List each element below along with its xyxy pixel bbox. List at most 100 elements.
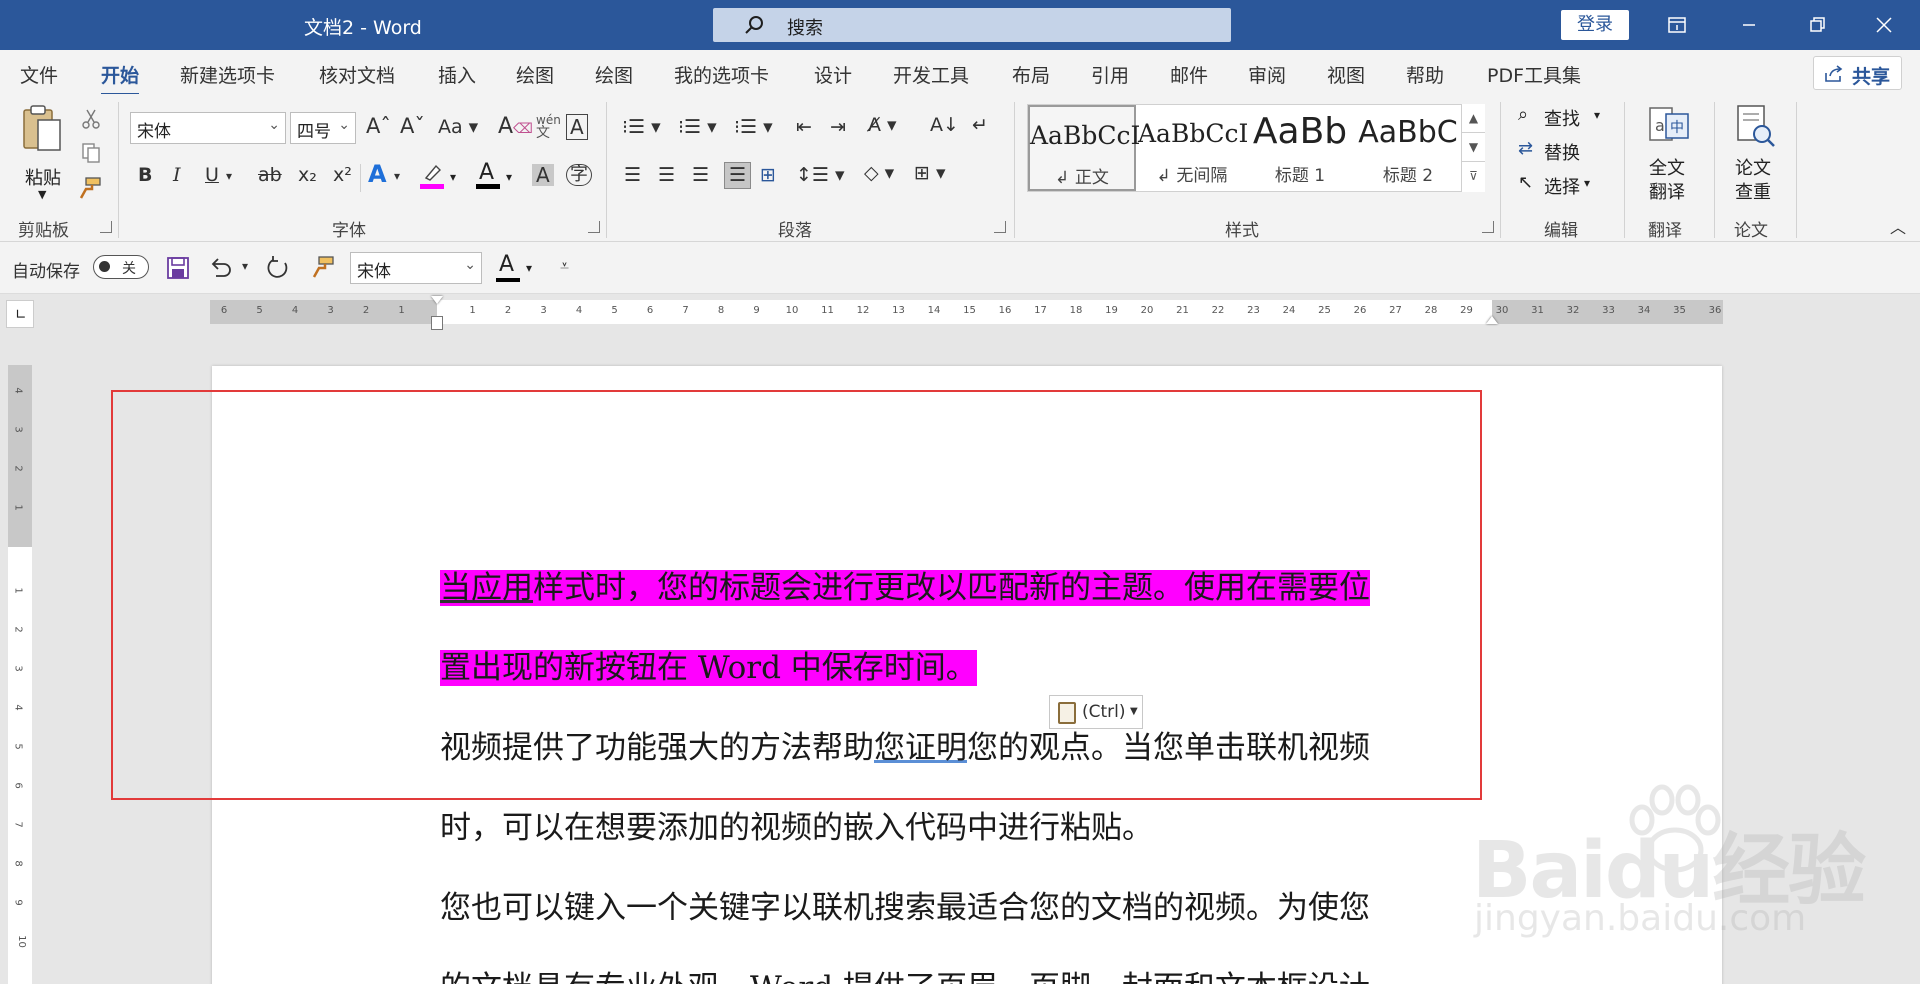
tab-draw[interactable]: 绘图: [516, 61, 554, 88]
restore-button[interactable]: [1781, 0, 1853, 50]
chevron-down-icon[interactable]: ▾: [242, 260, 248, 272]
undo-icon[interactable]: [208, 256, 234, 280]
align-right-icon[interactable]: ☰: [692, 166, 709, 185]
copy-icon[interactable]: [80, 142, 102, 164]
tab-insert[interactable]: 插入: [438, 61, 476, 88]
font-color-button[interactable]: A ▾: [476, 160, 516, 192]
chevron-down-icon[interactable]: ▾: [226, 170, 232, 182]
first-line-indent-marker[interactable]: [431, 296, 443, 304]
font-launcher-icon[interactable]: [588, 221, 600, 233]
minimize-button[interactable]: [1713, 0, 1785, 50]
right-indent-marker[interactable]: [1486, 316, 1498, 324]
scroll-down-icon[interactable]: ▼: [1462, 133, 1485, 162]
tab-view[interactable]: 视图: [1327, 61, 1365, 88]
tab-developer[interactable]: 开发工具: [893, 61, 969, 88]
tab-new-tab[interactable]: 新建选项卡: [180, 61, 275, 88]
shrink-font-icon[interactable]: Aˇ: [400, 116, 425, 137]
vertical-ruler[interactable]: 4 3 2 1 1 2 3 4 5 6 7 8 9 10: [8, 365, 32, 984]
subscript-button[interactable]: x₂: [298, 166, 317, 185]
italic-button[interactable]: I: [173, 166, 181, 185]
replace-button[interactable]: ⇄ 替换: [1518, 138, 1608, 164]
show-marks-icon[interactable]: ↵: [972, 116, 988, 135]
chinese-layout-icon[interactable]: A̸ ▾: [868, 116, 897, 135]
styles-launcher-icon[interactable]: [1482, 221, 1494, 233]
tab-references[interactable]: 引用: [1091, 61, 1129, 88]
shading-icon[interactable]: ◇ ▾: [864, 164, 894, 183]
paragraph-1-line-2[interactable]: 置出现的新按钮在 Word 中保存时间。: [440, 642, 977, 687]
qat-font-combo[interactable]: 宋体 ⌄: [350, 252, 482, 284]
customize-qat-icon[interactable]: ⩡: [560, 258, 569, 274]
decrease-indent-icon[interactable]: ⇤: [796, 118, 812, 137]
tab-my-tab[interactable]: 我的选项卡: [674, 61, 769, 88]
grow-font-icon[interactable]: Aˆ: [366, 116, 391, 137]
highlight-color-button[interactable]: ▾: [420, 162, 460, 192]
superscript-button[interactable]: x²: [333, 166, 352, 185]
paragraph-2-line-2[interactable]: 时，可以在想要添加的视频的嵌入代码中进行粘贴。: [440, 802, 1153, 847]
chevron-down-icon[interactable]: ▾: [394, 170, 400, 182]
style-heading-1[interactable]: AaBb 标题 1: [1246, 105, 1354, 191]
increase-indent-icon[interactable]: ⇥: [830, 118, 846, 137]
cut-icon[interactable]: [80, 108, 102, 130]
text-effects-icon[interactable]: A: [368, 162, 387, 186]
tab-layout[interactable]: 布局: [1012, 61, 1050, 88]
style-normal[interactable]: AaBbCcI ↲ 正文: [1028, 105, 1140, 191]
align-center-icon[interactable]: ☰: [658, 166, 675, 185]
bullets-icon[interactable]: ⁝☰ ▾: [622, 118, 661, 137]
char-shading-icon[interactable]: A: [532, 164, 554, 186]
style-heading-2[interactable]: AaBbC 标题 2: [1354, 105, 1462, 191]
share-button[interactable]: 共享: [1813, 56, 1902, 90]
justify-icon[interactable]: ☰: [724, 162, 752, 189]
tab-help[interactable]: 帮助: [1406, 61, 1444, 88]
font-size-combo[interactable]: 四号 ⌄: [290, 112, 356, 144]
clear-format-icon[interactable]: A⌫: [498, 116, 533, 138]
tab-home[interactable]: 开始: [101, 61, 140, 96]
enclose-char-icon[interactable]: 字: [566, 164, 592, 186]
paragraph-1-line-1[interactable]: 当应用样式时，您的标题会进行更改以匹配新的主题。使用在需要位: [440, 562, 1370, 607]
phonetic-guide-icon[interactable]: wén 文: [536, 114, 561, 140]
redo-icon[interactable]: [265, 255, 291, 281]
sort-icon[interactable]: A↓: [930, 116, 959, 135]
paragraph-launcher-icon[interactable]: [994, 221, 1006, 233]
hanging-indent-marker[interactable]: [431, 316, 443, 330]
multilevel-list-icon[interactable]: ⁝☰ ▾: [734, 118, 773, 137]
scroll-up-icon[interactable]: ▲: [1462, 104, 1485, 133]
tab-file[interactable]: 文件: [20, 61, 58, 88]
find-button[interactable]: ⌕ 查找 ▾: [1518, 104, 1608, 130]
clipboard-launcher-icon[interactable]: [100, 221, 112, 233]
tab-mailings[interactable]: 邮件: [1170, 61, 1208, 88]
close-button[interactable]: [1848, 0, 1920, 50]
paragraph-3-line-1[interactable]: 您也可以键入一个关键字以联机搜索最适合您的文档的视频。为使您: [440, 882, 1370, 927]
tab-pdf-tools[interactable]: PDF工具集: [1487, 61, 1581, 88]
collapse-ribbon-icon[interactable]: ︿: [1890, 220, 1906, 236]
style-no-spacing[interactable]: AaBbCcI ↲ 无间隔: [1138, 105, 1248, 191]
tab-draw-2[interactable]: 绘图: [595, 61, 633, 88]
strikethrough-button[interactable]: ab: [258, 166, 282, 185]
full-translate-button[interactable]: a中 全文 翻译: [1642, 104, 1696, 204]
format-painter-icon[interactable]: [310, 254, 336, 280]
align-left-icon[interactable]: ☰: [624, 166, 641, 185]
format-painter-icon[interactable]: [78, 176, 102, 200]
char-border-icon[interactable]: A: [566, 114, 588, 140]
paste-options-button[interactable]: (Ctrl) ▼: [1049, 695, 1143, 729]
horizontal-ruler[interactable]: 6 5 4 3 2 1 1 2 3 4 5 6 7 8 9 10 11 12 13 14 15 16 17 18 19 20 21 2…: [210, 296, 1723, 330]
line-spacing-icon[interactable]: ↕☰ ▾: [796, 166, 845, 185]
search-box[interactable]: 搜索: [713, 8, 1231, 42]
save-icon[interactable]: [166, 256, 190, 280]
paper-check-button[interactable]: 论文 查重: [1728, 104, 1782, 204]
font-name-combo[interactable]: 宋体 ⌄: [130, 112, 286, 144]
numbering-icon[interactable]: ⁝☰ ▾: [678, 118, 717, 137]
change-case-icon[interactable]: Aa ▾: [438, 118, 478, 137]
bold-button[interactable]: B: [138, 166, 152, 185]
tab-proofread[interactable]: 核对文档: [319, 61, 395, 88]
autosave-toggle[interactable]: 关: [93, 255, 149, 279]
tab-review[interactable]: 审阅: [1248, 61, 1286, 88]
login-button[interactable]: 登录: [1561, 10, 1629, 40]
tab-design[interactable]: 设计: [814, 61, 852, 88]
tab-stop-selector[interactable]: ∟: [6, 300, 34, 328]
paragraph-2-line-1[interactable]: 视频提供了功能强大的方法帮助您证明您的观点。当您单击联机视频: [440, 722, 1370, 767]
paragraph-3-line-2[interactable]: 的文档具有专业外观，Word 提供了页眉、页脚、封面和文本框设计: [440, 962, 1370, 984]
distributed-icon[interactable]: ⊞: [760, 166, 776, 185]
borders-icon[interactable]: ⊞ ▾: [914, 164, 946, 183]
select-button[interactable]: ↖ 选择 ▾: [1518, 172, 1608, 198]
qat-font-color-button[interactable]: A ▾: [496, 252, 540, 284]
